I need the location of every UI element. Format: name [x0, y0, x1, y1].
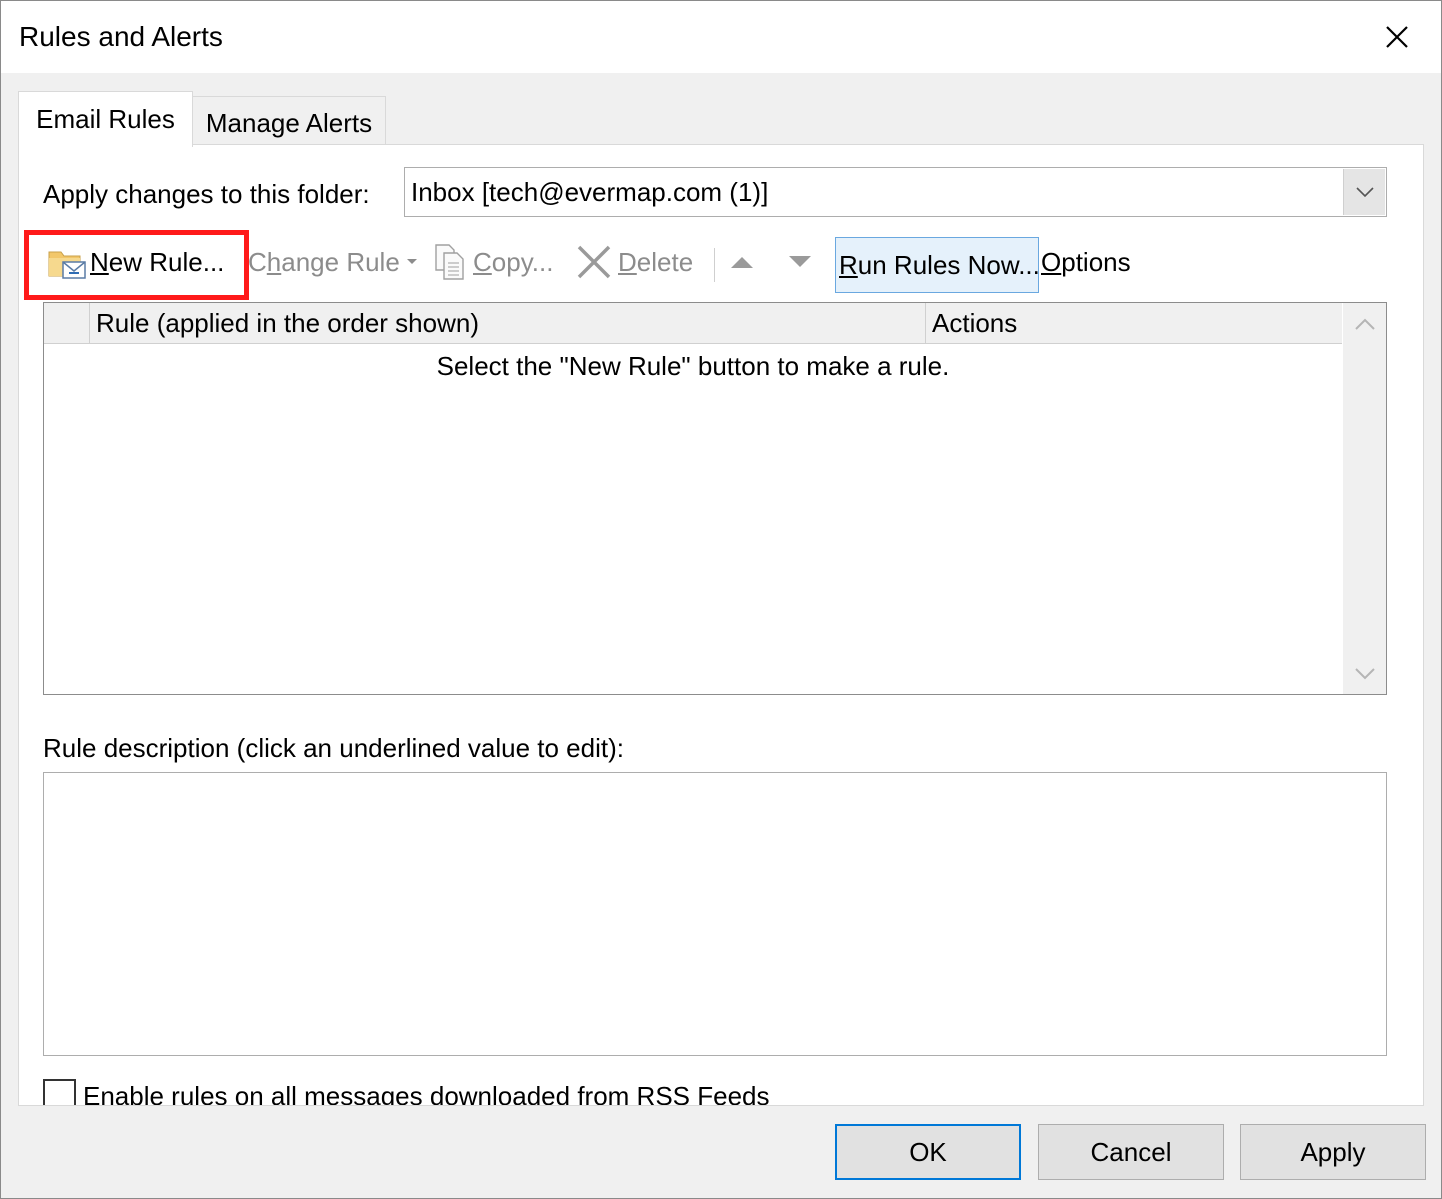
options-label: ptions — [1061, 246, 1131, 277]
run-rules-now-mnemonic: R — [839, 249, 858, 280]
chevron-down-icon — [1355, 187, 1374, 198]
close-icon — [1386, 26, 1408, 48]
delete-mnemonic: D — [618, 246, 637, 277]
change-rule-label: ange Rule — [281, 246, 400, 277]
arrow-up-icon — [731, 257, 753, 268]
new-rule-mnemonic: N — [90, 246, 109, 277]
close-button[interactable] — [1361, 7, 1433, 67]
move-up-button[interactable] — [726, 233, 758, 291]
header-checkbox-column — [44, 303, 90, 344]
run-rules-now-label: un Rules Now... — [857, 249, 1040, 280]
options-button[interactable]: Options — [1041, 233, 1131, 291]
delete-x-icon — [577, 245, 611, 279]
new-rule-label: ew Rule... — [108, 246, 225, 277]
rule-description-label: Rule description (click an underlined va… — [43, 733, 624, 763]
arrow-down-icon — [789, 256, 811, 267]
tab-manage-alerts[interactable]: Manage Alerts — [192, 96, 386, 144]
tab-email-rules[interactable]: Email Rules — [18, 91, 193, 147]
chevron-up-icon — [1354, 318, 1375, 330]
window-title: Rules and Alerts — [19, 21, 223, 52]
folder-select-value: Inbox [tech@evermap.com (1)] — [411, 177, 769, 207]
dropdown-button[interactable] — [1343, 169, 1385, 215]
dropdown-caret-icon — [406, 259, 417, 264]
delete-button[interactable]: Delete — [576, 233, 693, 291]
copy-mnemonic: C — [473, 246, 492, 277]
apply-button[interactable]: Apply — [1240, 1124, 1426, 1180]
folder-label: Apply changes to this folder: — [43, 179, 370, 209]
tab-label: Email Rules — [36, 104, 175, 134]
email-rules-panel: Apply changes to this folder: Inbox [tec… — [18, 144, 1424, 1106]
tab-label: Manage Alerts — [205, 108, 373, 138]
title-bar: Rules and Alerts — [1, 1, 1441, 73]
change-rule-mnemonic: h — [266, 246, 282, 277]
rules-and-alerts-dialog: Rules and Alerts Manage Alerts Email Rul… — [0, 0, 1442, 1199]
list-header: Rule (applied in the order shown) Action… — [44, 303, 1342, 344]
rule-description-box[interactable] — [43, 772, 1387, 1056]
delete-label: elete — [636, 246, 694, 277]
scroll-down-button[interactable] — [1343, 653, 1386, 694]
ok-button[interactable]: OK — [835, 1124, 1021, 1180]
rss-rules-checkbox[interactable] — [43, 1079, 76, 1105]
column-header-actions[interactable]: Actions — [926, 303, 1342, 344]
rules-list[interactable]: Rule (applied in the order shown) Action… — [43, 302, 1387, 695]
change-rule-button[interactable]: Ch ange Rule — [248, 233, 418, 291]
toolbar-separator — [714, 248, 715, 282]
vertical-scrollbar[interactable] — [1343, 303, 1386, 694]
copy-icon — [435, 244, 464, 280]
scroll-up-button[interactable] — [1343, 303, 1386, 344]
change-rule-pre: C — [248, 246, 267, 277]
copy-label: opy... — [491, 246, 554, 277]
move-down-button[interactable] — [784, 233, 816, 291]
options-mnemonic: O — [1041, 246, 1062, 277]
rss-rules-label[interactable]: Enable rules on all messages downloaded … — [83, 1081, 770, 1105]
new-rule-icon — [48, 251, 86, 279]
folder-select[interactable]: Inbox [tech@evermap.com (1)] — [404, 167, 1387, 217]
new-rule-button[interactable]: New Rule... — [47, 233, 224, 291]
run-rules-now-button[interactable]: Run Rules Now... — [835, 237, 1040, 293]
chevron-down-icon — [1354, 667, 1375, 679]
empty-list-message: Select the "New Rule" button to make a r… — [436, 351, 950, 381]
copy-button[interactable]: Copy... — [433, 233, 553, 291]
cancel-button[interactable]: Cancel — [1038, 1124, 1224, 1180]
column-header-rule[interactable]: Rule (applied in the order shown) — [90, 303, 926, 344]
